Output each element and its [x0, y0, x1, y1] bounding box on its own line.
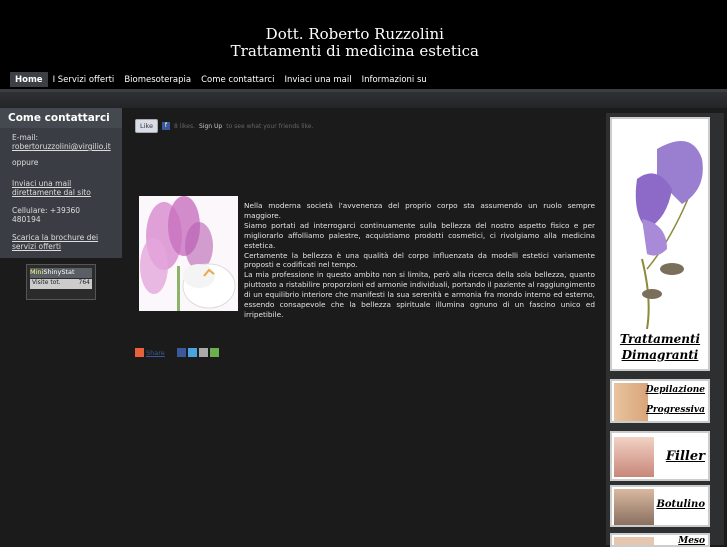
legs-image — [614, 383, 648, 421]
counter-brand-b: ShinyStat — [43, 268, 75, 276]
ad-caption: Filler — [665, 449, 705, 464]
visit-counter[interactable]: MiniShinyStat Visite tot. 764 — [26, 264, 96, 300]
ad-depilazione[interactable]: Depilazione Progressiva — [610, 379, 710, 423]
like-button[interactable]: Like — [135, 119, 158, 133]
facebook-icon: f — [161, 122, 170, 130]
ad-caption-line2: Progressiva — [646, 405, 705, 415]
site-header: Dott. Roberto Ruzzolini Trattamenti di m… — [0, 0, 727, 72]
bookmark-icon[interactable] — [209, 348, 219, 357]
ad-filler[interactable]: Filler — [610, 431, 710, 481]
sidebar-heading: Come contattarci — [0, 108, 122, 128]
facebook-share-icon[interactable] — [176, 348, 186, 357]
nav-item-mail[interactable]: Inviaci una mail — [279, 72, 356, 87]
ad-caption: Botulino — [656, 499, 705, 510]
counter-row: Visite tot. 764 — [30, 279, 92, 289]
intro-paragraph: Siamo portati ad interrogarci continuame… — [244, 220, 595, 250]
crocus-image — [139, 196, 238, 311]
intro-paragraph: La mia professione in questo ambito non … — [244, 270, 595, 319]
like-label: Like — [140, 122, 153, 130]
nav-item-home[interactable]: Home — [10, 72, 48, 87]
nav-item-biomesoterapia[interactable]: Biomesoterapia — [119, 72, 196, 87]
sidebar-phone: Cellulare: +39360 480194 — [12, 206, 81, 224]
share-bar: Share — [135, 348, 219, 357]
ads-sidebar: Trattamenti Dimagranti Depilazione Progr… — [606, 113, 724, 547]
twitter-share-icon[interactable] — [187, 348, 197, 357]
nav-item-servizi[interactable]: I Servizi offerti — [48, 72, 120, 87]
counter-brand-a: Mini — [30, 268, 44, 276]
ad-trattamenti-dimagranti[interactable]: Trattamenti Dimagranti — [610, 117, 710, 371]
share-plus-icon[interactable] — [135, 348, 144, 357]
nav-item-info[interactable]: Informazioni su — [357, 72, 432, 87]
nav-item-contatti[interactable]: Come contattarci — [196, 72, 279, 87]
intro-text: Nella moderna società l'avvenenza del pr… — [244, 201, 595, 320]
sidebar-contacts: Come contattarci E-mail: robertoruzzolin… — [0, 108, 122, 258]
send-mail-link[interactable]: Inviaci una mail direttamente dal sito — [12, 179, 91, 197]
like-tail: to see what your friends like. — [226, 122, 314, 130]
intro-paragraph: Nella moderna società l'avvenenza del pr… — [244, 201, 595, 220]
bellflower-illustration — [635, 141, 703, 330]
counter-value: 764 — [78, 279, 90, 286]
brochure-link[interactable]: Scarica la brochure dei servizi offerti — [12, 233, 98, 251]
sidebar-oppure: oppure — [12, 158, 39, 167]
ad-botulino[interactable]: Botulino — [610, 485, 710, 527]
header-band — [0, 92, 727, 108]
share-label[interactable]: Share — [146, 349, 165, 357]
facebook-like-bar: Like f 8 likes. Sign Up to see what your… — [135, 119, 313, 133]
email-label: E-mail: — [12, 133, 39, 142]
ad-caption-line1: Depilazione — [645, 385, 705, 395]
main-nav: Home I Servizi offerti Biomesoterapia Co… — [0, 72, 727, 90]
print-icon[interactable] — [198, 348, 208, 357]
intro-paragraph: Certamente la bellezza è una qualità del… — [244, 250, 595, 270]
site-title-line1: Dott. Roberto Ruzzolini — [265, 25, 444, 43]
like-count: 8 likes. — [173, 122, 196, 130]
site-title-line2: Trattamenti di medicina estetica — [230, 42, 479, 60]
counter-brand: MiniShinyStat — [30, 268, 92, 278]
counter-label: Visite tot. — [32, 279, 61, 286]
site-title[interactable]: Dott. Roberto Ruzzolini Trattamenti di m… — [231, 26, 479, 60]
signup-link[interactable]: Sign Up — [199, 123, 222, 130]
ad-caption: Trattamenti Dimagranti — [619, 332, 701, 362]
email-link[interactable]: robertoruzzolini@virgilio.it — [12, 142, 111, 151]
sidebar-email: E-mail: robertoruzzolini@virgilio.it — [0, 133, 122, 151]
face-image — [614, 489, 654, 525]
meso-image — [614, 537, 654, 545]
lips-image — [614, 437, 654, 477]
